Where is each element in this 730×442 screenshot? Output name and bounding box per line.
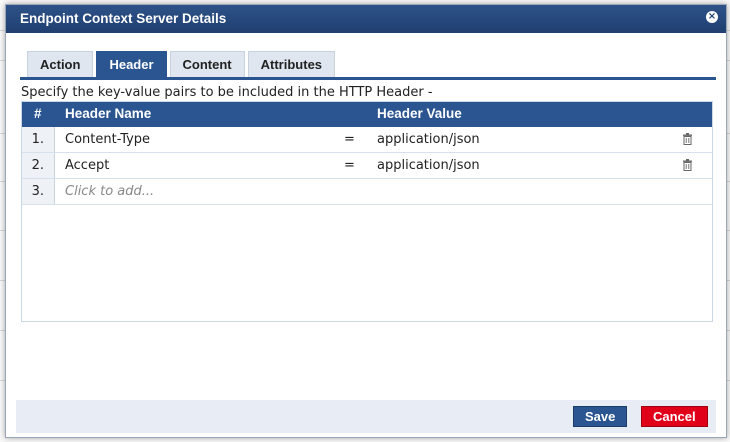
tab-bar: Action Header Content Attributes xyxy=(27,51,336,77)
column-header-value: Header Value xyxy=(377,106,462,121)
add-row[interactable]: 3. Click to add... xyxy=(22,179,712,205)
dialog-title: Endpoint Context Server Details xyxy=(20,11,227,26)
row-number: 3. xyxy=(22,179,55,204)
header-name-cell[interactable]: Content-Type xyxy=(65,127,150,152)
tab-underline xyxy=(20,77,716,80)
table-row[interactable]: 2. Accept = application/json xyxy=(22,153,712,179)
cancel-button[interactable]: Cancel xyxy=(641,406,708,427)
tab-header[interactable]: Header xyxy=(96,51,167,77)
trash-icon[interactable] xyxy=(682,159,693,171)
trash-icon[interactable] xyxy=(682,133,693,145)
dialog-footer: Save Cancel xyxy=(16,400,716,433)
header-table: # Header Name Header Value 1. Content-Ty… xyxy=(21,101,713,322)
dialog-titlebar: Endpoint Context Server Details xyxy=(6,5,726,33)
instructions-text: Specify the key-value pairs to be includ… xyxy=(21,85,433,100)
header-value-cell[interactable]: application/json xyxy=(377,153,480,178)
header-value-cell[interactable]: application/json xyxy=(377,127,480,152)
column-header-num: # xyxy=(34,106,42,121)
row-number: 2. xyxy=(22,153,55,178)
row-number: 1. xyxy=(22,127,55,152)
click-to-add-placeholder[interactable]: Click to add... xyxy=(65,179,154,204)
close-icon[interactable]: × xyxy=(706,11,718,23)
column-header-name: Header Name xyxy=(65,106,152,121)
header-name-cell[interactable]: Accept xyxy=(65,153,109,178)
table-row[interactable]: 1. Content-Type = application/json xyxy=(22,127,712,153)
equals-sign: = xyxy=(344,158,355,173)
equals-sign: = xyxy=(344,132,355,147)
table-header-row: # Header Name Header Value xyxy=(22,102,712,127)
endpoint-context-server-dialog: Endpoint Context Server Details × Action… xyxy=(5,4,727,438)
save-button[interactable]: Save xyxy=(573,406,628,427)
tab-attributes[interactable]: Attributes xyxy=(247,51,336,77)
tab-content[interactable]: Content xyxy=(169,51,245,77)
tab-action[interactable]: Action xyxy=(27,51,94,77)
